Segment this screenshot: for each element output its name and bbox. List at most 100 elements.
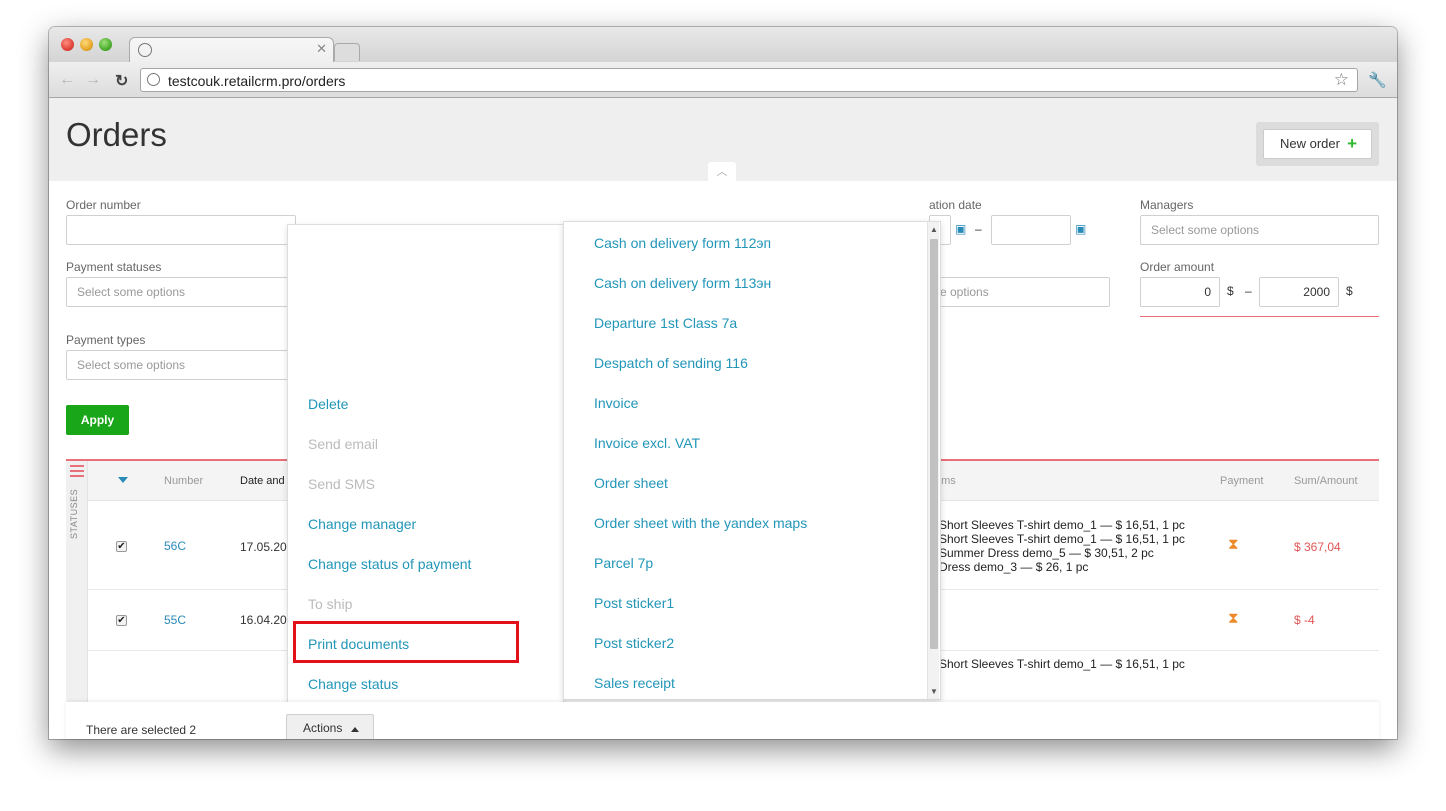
statuses-label: STATUSES: [69, 488, 79, 539]
reload-icon[interactable]: ↻: [115, 71, 128, 91]
apply-button[interactable]: Apply: [66, 405, 129, 435]
page-header: Orders New order + ︿: [49, 98, 1397, 181]
new-tab-button[interactable]: [334, 43, 360, 61]
selection-footer: There are selected 2 elements Actions: [66, 702, 1379, 739]
menu-item-change-payment-status[interactable]: Change status of payment: [308, 556, 471, 572]
menu-item-delete[interactable]: Delete: [308, 396, 348, 412]
print-documents-highlight: [293, 621, 519, 663]
menu-item-to-ship: To ship: [308, 596, 353, 612]
managers-select[interactable]: Select some options: [1140, 215, 1379, 245]
column-sum[interactable]: Sum/Amount: [1294, 475, 1358, 487]
chevron-up-icon: ︿: [716, 166, 728, 178]
document-item[interactable]: Cash on delivery form 113эн: [594, 275, 771, 291]
menu-item-change-status[interactable]: Change status: [308, 676, 398, 692]
actions-button[interactable]: Actions: [286, 714, 374, 739]
currency-label: $: [1227, 284, 1234, 298]
payment-statuses-label: Payment statuses: [66, 260, 162, 274]
order-items: Short Sleeves T-shirt demo_1 — $ 16,51, …: [939, 518, 1185, 574]
wrench-icon[interactable]: 🔧: [1368, 71, 1387, 89]
date-to-input[interactable]: [991, 215, 1071, 245]
order-item: Dress demo_3 — $ 26, 1 pc: [939, 560, 1089, 574]
document-item[interactable]: Post sticker1: [594, 595, 674, 611]
back-arrow-icon[interactable]: ←: [59, 71, 75, 89]
globe-icon: [147, 73, 160, 86]
column-date[interactable]: Date and: [240, 475, 285, 487]
statuses-panel[interactable]: STATUSES: [66, 461, 88, 739]
calendar-icon[interactable]: ▣: [1075, 222, 1086, 236]
order-number-link[interactable]: 55C: [164, 613, 186, 627]
forward-arrow-icon[interactable]: →: [85, 71, 101, 89]
row-checkbox[interactable]: ✔: [116, 541, 127, 552]
amount-to-input[interactable]: 2000: [1259, 277, 1339, 307]
minimize-window-button[interactable]: [80, 38, 93, 51]
menu-item-send-sms: Send SMS: [308, 476, 375, 492]
selected-count-text: There are selected 2 elements: [86, 723, 197, 739]
status-select[interactable]: e options: [929, 277, 1110, 307]
date-range-separator: –: [975, 222, 982, 236]
row-checkbox[interactable]: ✔: [116, 615, 127, 626]
document-item[interactable]: Sales receipt: [594, 675, 675, 691]
document-item[interactable]: Order sheet with the yandex maps: [594, 515, 807, 531]
payment-types-select[interactable]: Select some options: [66, 350, 296, 380]
new-order-label: New order: [1280, 136, 1340, 151]
calendar-icon[interactable]: ▣: [955, 222, 966, 236]
order-amount: $ -4: [1294, 613, 1315, 627]
order-amount: $ 367,04: [1294, 540, 1341, 554]
page-title: Orders: [66, 116, 167, 153]
actions-label: Actions: [303, 721, 343, 735]
creation-date-label: ation date: [929, 198, 982, 212]
document-item[interactable]: Invoice excl. VAT: [594, 435, 700, 451]
currency-label: $: [1346, 284, 1353, 298]
amount-from-input[interactable]: 0: [1140, 277, 1220, 307]
column-number[interactable]: Number: [164, 475, 203, 487]
document-item[interactable]: Order sheet: [594, 475, 668, 491]
scroll-down-icon[interactable]: ▼: [930, 687, 938, 696]
document-item[interactable]: Invoice: [594, 395, 638, 411]
hourglass-icon: ⧗: [1228, 536, 1239, 553]
payment-statuses-select[interactable]: Select some options: [66, 277, 296, 307]
page-content: Orders New order + ︿ Order number ation …: [49, 98, 1397, 739]
document-item[interactable]: Despatch of sending 116: [594, 355, 748, 371]
sort-down-icon[interactable]: [118, 477, 128, 483]
close-window-button[interactable]: [61, 38, 74, 51]
url-text[interactable]: testcouk.retailcrm.pro/orders: [168, 73, 345, 89]
order-date: 16.04.20: [240, 613, 287, 627]
address-bar[interactable]: testcouk.retailcrm.pro/orders ☆: [140, 68, 1358, 92]
actions-menu: Delete Send email Send SMS Change manage…: [287, 224, 564, 704]
hourglass-icon: ⧗: [1228, 610, 1239, 627]
order-number-input[interactable]: [66, 215, 296, 245]
zoom-window-button[interactable]: [99, 38, 112, 51]
collapse-filters-button[interactable]: ︿: [708, 162, 736, 181]
browser-toolbar: ← → ↻ testcouk.retailcrm.pro/orders ☆ 🔧: [49, 62, 1397, 98]
column-payment: Payment: [1220, 475, 1264, 487]
tab-bar: ✕: [49, 27, 1397, 63]
menu-lines-icon[interactable]: [70, 465, 84, 480]
order-date: 17.05.20: [240, 540, 287, 554]
order-amount-label: Order amount: [1140, 260, 1215, 274]
document-item[interactable]: Parcel 7p: [594, 555, 653, 571]
scroll-up-icon[interactable]: ▲: [930, 225, 938, 234]
browser-window: ✕ ← → ↻ testcouk.retailcrm.pro/orders ☆ …: [49, 27, 1397, 739]
browser-tab[interactable]: ✕: [129, 37, 334, 63]
order-item: Summer Dress demo_5 — $ 30,51, 2 pc: [939, 546, 1154, 560]
print-documents-submenu: Cash on delivery form 112эп Cash on deli…: [563, 221, 941, 700]
scroll-thumb[interactable]: [930, 239, 938, 649]
document-item[interactable]: Cash on delivery form 112эп: [594, 235, 771, 251]
close-tab-icon[interactable]: ✕: [316, 41, 327, 57]
new-order-button[interactable]: New order +: [1263, 129, 1372, 159]
managers-label: Managers: [1140, 198, 1194, 212]
menu-item-change-manager[interactable]: Change manager: [308, 516, 416, 532]
order-number-link[interactable]: 56C: [164, 539, 186, 553]
caret-up-icon: [351, 727, 359, 732]
submenu-scrollbar[interactable]: ▲ ▼: [927, 222, 939, 699]
order-item: Short Sleeves T-shirt demo_1 — $ 16,51, …: [939, 657, 1185, 671]
menu-item-send-email: Send email: [308, 436, 379, 452]
document-item[interactable]: Post sticker2: [594, 635, 674, 651]
order-item: Short Sleeves T-shirt demo_1 — $ 16,51, …: [939, 532, 1185, 546]
bookmark-star-icon[interactable]: ☆: [1334, 70, 1349, 90]
document-item[interactable]: Departure 1st Class 7a: [594, 315, 737, 331]
amount-range-separator: –: [1245, 284, 1252, 298]
plus-icon: +: [1347, 134, 1357, 153]
globe-icon: [138, 43, 152, 57]
amount-divider: [1140, 316, 1379, 317]
